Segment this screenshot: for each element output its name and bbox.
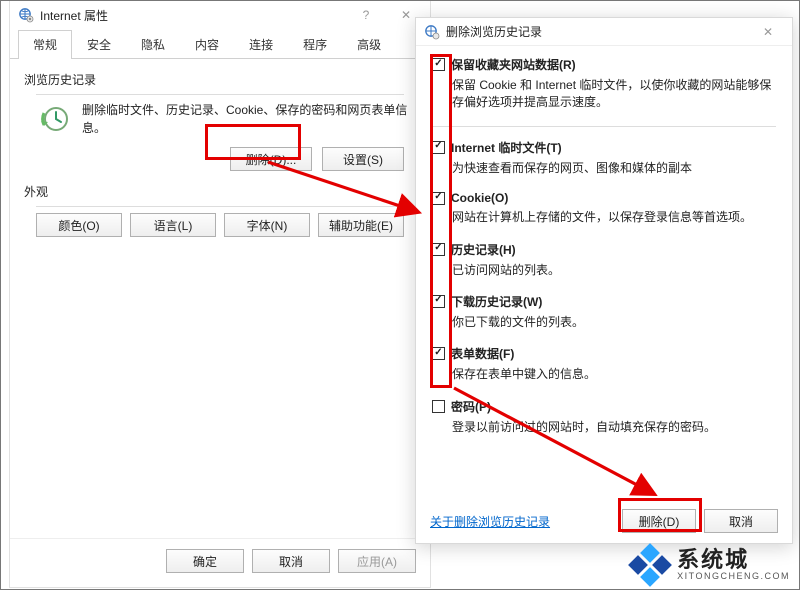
option-label: 密码(P)	[451, 398, 491, 415]
option-block: 保留收藏夹网站数据(R) 保留 Cookie 和 Internet 临时文件，以使…	[432, 56, 776, 112]
tab-privacy[interactable]: 隐私	[126, 30, 180, 59]
option-block: 密码(P) 登录以前访问过的网站时，自动填充保存的密码。	[432, 398, 776, 436]
option-label: 历史记录(H)	[451, 241, 516, 258]
tab-strip: 常规 安全 隐私 内容 连接 程序 高级	[10, 29, 430, 59]
option-description: 登录以前访问过的网站时，自动填充保存的密码。	[452, 419, 776, 436]
colors-button[interactable]: 颜色(O)	[36, 213, 122, 237]
internet-options-dialog: Internet 属性 ? ✕ 常规 安全 隐私 内容 连接 程序 高级 浏览历…	[9, 0, 431, 588]
checkbox[interactable]	[432, 400, 445, 413]
delete-history-button[interactable]: 删除(D)...	[230, 147, 312, 171]
watermark-text-cn: 系统城	[677, 548, 790, 572]
option-description: 你已下载的文件的列表。	[452, 314, 776, 331]
group-label: 浏览历史记录	[24, 71, 416, 88]
history-clock-icon	[38, 103, 70, 135]
checkbox[interactable]	[432, 295, 445, 308]
option-block: Internet 临时文件(T) 为快速查看而保存的网页、图像和媒体的副本	[432, 139, 776, 177]
about-deleting-link[interactable]: 关于删除浏览历史记录	[430, 513, 550, 530]
delete-button[interactable]: 删除(D)	[622, 509, 696, 533]
checkbox[interactable]	[432, 58, 445, 71]
checkbox[interactable]	[432, 347, 445, 360]
option-block: 历史记录(H) 已访问网站的列表。	[432, 241, 776, 279]
titlebar: Internet 属性 ? ✕	[10, 1, 430, 29]
options-list: 保留收藏夹网站数据(R) 保留 Cookie 和 Internet 临时文件，以使…	[416, 46, 792, 502]
option-label: 保留收藏夹网站数据(R)	[451, 56, 576, 73]
delete-browsing-history-dialog: 删除浏览历史记录 ✕ 保留收藏夹网站数据(R) 保留 Cookie 和 Inter…	[415, 17, 793, 544]
option-description: 为快速查看而保存的网页、图像和媒体的副本	[452, 160, 776, 177]
option-block: 下载历史记录(W) 你已下载的文件的列表。	[432, 293, 776, 331]
browsing-history-group: 浏览历史记录 删除临时文件、历史记录、Cookie、保存的密码和网页表单信息。 …	[24, 71, 416, 171]
help-button[interactable]: ?	[346, 3, 386, 27]
option-description: 保存在表单中键入的信息。	[452, 366, 776, 383]
group-label: 外观	[24, 183, 416, 200]
fonts-button[interactable]: 字体(N)	[224, 213, 310, 237]
option-label: Cookie(O)	[451, 191, 508, 205]
globe-settings-icon	[424, 24, 440, 40]
window-title: 删除浏览历史记录	[446, 23, 542, 40]
option-description: 保留 Cookie 和 Internet 临时文件，以使你收藏的网站能够保存偏好…	[452, 77, 776, 112]
checkbox[interactable]	[432, 141, 445, 154]
watermark-logo-icon	[631, 546, 669, 584]
tab-advanced[interactable]: 高级	[342, 30, 396, 59]
tab-general[interactable]: 常规	[18, 30, 72, 59]
dialog-footer: 关于删除浏览历史记录 删除(D) 取消	[416, 499, 792, 543]
dialog-footer: 确定 取消 应用(A)	[10, 538, 430, 587]
close-button[interactable]: ✕	[748, 20, 788, 44]
tab-content[interactable]: 内容	[180, 30, 234, 59]
titlebar: 删除浏览历史记录 ✕	[416, 18, 792, 46]
history-description: 删除临时文件、历史记录、Cookie、保存的密码和网页表单信息。	[82, 101, 410, 137]
accessibility-button[interactable]: 辅助功能(E)	[318, 213, 404, 237]
languages-button[interactable]: 语言(L)	[130, 213, 216, 237]
tab-connections[interactable]: 连接	[234, 30, 288, 59]
option-block: 表单数据(F) 保存在表单中键入的信息。	[432, 345, 776, 383]
tab-programs[interactable]: 程序	[288, 30, 342, 59]
option-label: Internet 临时文件(T)	[451, 139, 562, 156]
option-description: 网站在计算机上存储的文件，以保存登录信息等首选项。	[452, 209, 776, 226]
watermark-text-en: XITONGCHENG.COM	[677, 572, 790, 582]
option-label: 表单数据(F)	[451, 345, 514, 362]
option-description: 已访问网站的列表。	[452, 262, 776, 279]
appearance-group: 外观 颜色(O) 语言(L) 字体(N) 辅助功能(E)	[24, 183, 416, 237]
option-block: Cookie(O) 网站在计算机上存储的文件，以保存登录信息等首选项。	[432, 191, 776, 226]
window-title: Internet 属性	[40, 7, 108, 24]
checkbox[interactable]	[432, 192, 445, 205]
apply-button[interactable]: 应用(A)	[338, 549, 416, 573]
watermark: 系统城 XITONGCHENG.COM	[631, 546, 790, 584]
option-label: 下载历史记录(W)	[451, 293, 542, 310]
history-settings-button[interactable]: 设置(S)	[322, 147, 404, 171]
tab-security[interactable]: 安全	[72, 30, 126, 59]
checkbox[interactable]	[432, 243, 445, 256]
cancel-button[interactable]: 取消	[704, 509, 778, 533]
cancel-button[interactable]: 取消	[252, 549, 330, 573]
ok-button[interactable]: 确定	[166, 549, 244, 573]
globe-settings-icon	[18, 7, 34, 23]
